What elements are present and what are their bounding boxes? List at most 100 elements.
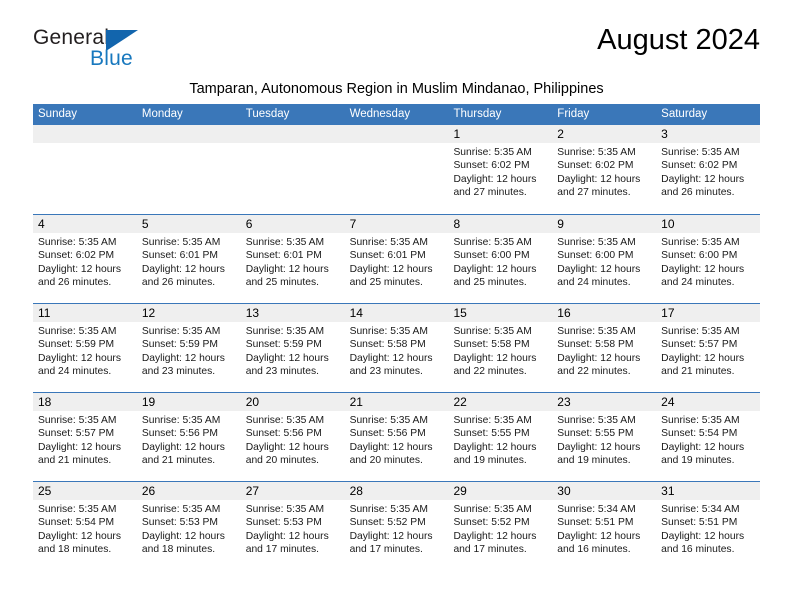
day-number: 25: [38, 484, 52, 498]
day-cell[interactable]: 15 Sunrise: 5:35 AM Sunset: 5:58 PM Dayl…: [448, 304, 553, 392]
sunset-text: Sunset: 5:52 PM: [349, 517, 426, 529]
day-number: 26: [141, 484, 156, 498]
day-cell[interactable]: 22 Sunrise: 5:35 AM Sunset: 5:55 PM Dayl…: [448, 393, 553, 481]
day-cell[interactable]: 31 Sunrise: 5:34 AM Sunset: 5:51 PM Dayl…: [656, 482, 761, 570]
day-number: 31: [661, 484, 675, 498]
day-cell[interactable]: 6 Sunrise: 5:35 AM Sunset: 6:01 PM Dayli…: [240, 215, 345, 303]
day-number-strip: 26: [136, 482, 241, 500]
daylight-text-line1: Daylight: 12 hours: [141, 352, 225, 364]
day-number: 24: [661, 395, 675, 409]
calendar-week-row: 18 Sunrise: 5:35 AM Sunset: 5:57 PM Dayl…: [33, 392, 761, 481]
day-number-strip: 12: [136, 304, 241, 322]
day-number-strip: 11: [33, 304, 137, 322]
day-cell[interactable]: 18 Sunrise: 5:35 AM Sunset: 5:57 PM Dayl…: [33, 393, 137, 481]
sunset-text: Sunset: 5:56 PM: [245, 428, 322, 440]
daylight-text-line1: Daylight: 12 hours: [661, 173, 745, 185]
daylight-text-line1: Daylight: 12 hours: [349, 441, 433, 453]
day-cell[interactable]: 12 Sunrise: 5:35 AM Sunset: 5:59 PM Dayl…: [136, 304, 241, 392]
day-details: Sunrise: 5:35 AM Sunset: 5:58 PM Dayligh…: [552, 322, 656, 379]
sunrise-text: Sunrise: 5:35 AM: [141, 504, 221, 515]
day-number-strip: 9: [552, 215, 657, 233]
day-cell[interactable]: 17 Sunrise: 5:35 AM Sunset: 5:57 PM Dayl…: [656, 304, 761, 392]
sunset-text: Sunset: 6:00 PM: [661, 250, 738, 262]
day-cell[interactable]: 20 Sunrise: 5:35 AM Sunset: 5:56 PM Dayl…: [240, 393, 345, 481]
day-cell[interactable]: 30 Sunrise: 5:34 AM Sunset: 5:51 PM Dayl…: [552, 482, 657, 570]
day-cell[interactable]: 21 Sunrise: 5:35 AM Sunset: 5:56 PM Dayl…: [344, 393, 449, 481]
day-details: Sunrise: 5:35 AM Sunset: 6:00 PM Dayligh…: [552, 233, 656, 290]
daylight-text-line1: Daylight: 12 hours: [141, 530, 225, 542]
daylight-text-line1: Daylight: 12 hours: [557, 263, 641, 275]
location-subtitle: Tamparan, Autonomous Region in Muslim Mi…: [189, 81, 604, 97]
daylight-text-line2: and 22 minutes.: [557, 366, 631, 378]
daylight-text-line2: and 16 minutes.: [557, 544, 631, 556]
day-cell[interactable]: 26 Sunrise: 5:35 AM Sunset: 5:53 PM Dayl…: [136, 482, 241, 570]
daylight-text-line2: and 22 minutes.: [453, 366, 527, 378]
daylight-text-line2: and 21 minutes.: [661, 366, 735, 378]
day-details: Sunrise: 5:35 AM Sunset: 5:56 PM Dayligh…: [345, 411, 449, 468]
day-number: 30: [557, 484, 571, 498]
day-details: Sunrise: 5:35 AM Sunset: 6:02 PM Dayligh…: [656, 143, 760, 200]
day-cell[interactable]: [136, 125, 241, 214]
sunset-text: Sunset: 6:00 PM: [453, 250, 530, 262]
day-cell[interactable]: 27 Sunrise: 5:35 AM Sunset: 5:53 PM Dayl…: [240, 482, 345, 570]
daylight-text-line2: and 24 minutes.: [38, 366, 112, 378]
daylight-text-line1: Daylight: 12 hours: [38, 263, 121, 275]
sunset-text: Sunset: 5:58 PM: [453, 339, 530, 351]
sunrise-text: Sunrise: 5:35 AM: [453, 147, 532, 158]
day-cell[interactable]: 28 Sunrise: 5:35 AM Sunset: 5:52 PM Dayl…: [344, 482, 449, 570]
day-number: 5: [141, 217, 149, 231]
day-cell[interactable]: 10 Sunrise: 5:35 AM Sunset: 6:00 PM Dayl…: [656, 215, 761, 303]
day-cell[interactable]: 16 Sunrise: 5:35 AM Sunset: 5:58 PM Dayl…: [552, 304, 657, 392]
day-cell[interactable]: 5 Sunrise: 5:35 AM Sunset: 6:01 PM Dayli…: [136, 215, 241, 303]
day-cell[interactable]: 4 Sunrise: 5:35 AM Sunset: 6:02 PM Dayli…: [33, 215, 137, 303]
sunset-text: Sunset: 6:02 PM: [661, 160, 738, 172]
day-cell[interactable]: 8 Sunrise: 5:35 AM Sunset: 6:00 PM Dayli…: [448, 215, 553, 303]
day-number: 22: [453, 395, 467, 409]
daylight-text-line2: and 25 minutes.: [349, 277, 423, 289]
daylight-text-line2: and 20 minutes.: [245, 455, 319, 467]
sunset-text: Sunset: 5:55 PM: [453, 428, 530, 440]
daylight-text-line1: Daylight: 12 hours: [453, 173, 537, 185]
day-number: 1: [453, 127, 461, 141]
day-cell[interactable]: 29 Sunrise: 5:35 AM Sunset: 5:52 PM Dayl…: [448, 482, 553, 570]
day-cell[interactable]: 9 Sunrise: 5:35 AM Sunset: 6:00 PM Dayli…: [552, 215, 657, 303]
day-details: Sunrise: 5:35 AM Sunset: 5:59 PM Dayligh…: [33, 322, 137, 379]
day-cell[interactable]: 7 Sunrise: 5:35 AM Sunset: 6:01 PM Dayli…: [344, 215, 449, 303]
day-number-strip: 30: [552, 482, 657, 500]
day-cell[interactable]: 1 Sunrise: 5:35 AM Sunset: 6:02 PM Dayli…: [448, 125, 553, 214]
day-cell[interactable]: 11 Sunrise: 5:35 AM Sunset: 5:59 PM Dayl…: [33, 304, 137, 392]
day-cell[interactable]: 2 Sunrise: 5:35 AM Sunset: 6:02 PM Dayli…: [552, 125, 657, 214]
day-cell[interactable]: 19 Sunrise: 5:35 AM Sunset: 5:56 PM Dayl…: [136, 393, 241, 481]
day-cell[interactable]: 13 Sunrise: 5:35 AM Sunset: 5:59 PM Dayl…: [240, 304, 345, 392]
day-cell[interactable]: 24 Sunrise: 5:35 AM Sunset: 5:54 PM Dayl…: [656, 393, 761, 481]
sunset-text: Sunset: 6:02 PM: [453, 160, 530, 172]
daylight-text-line1: Daylight: 12 hours: [141, 441, 225, 453]
day-cell[interactable]: 3 Sunrise: 5:35 AM Sunset: 6:02 PM Dayli…: [656, 125, 761, 214]
day-details: Sunrise: 5:35 AM Sunset: 6:02 PM Dayligh…: [448, 143, 552, 200]
sunset-text: Sunset: 5:51 PM: [661, 517, 738, 529]
day-number-strip: 6: [240, 215, 345, 233]
day-number: 18: [38, 395, 52, 409]
day-number: 13: [245, 306, 260, 320]
day-cell[interactable]: [344, 125, 449, 214]
day-details: Sunrise: 5:35 AM Sunset: 5:58 PM Dayligh…: [345, 322, 449, 379]
day-number: 2: [557, 127, 564, 141]
daylight-text-line1: Daylight: 12 hours: [453, 530, 537, 542]
sunrise-text: Sunrise: 5:35 AM: [557, 415, 636, 426]
daylight-text-line2: and 20 minutes.: [349, 455, 423, 467]
day-number-strip: 20: [240, 393, 345, 411]
sunrise-text: Sunrise: 5:35 AM: [661, 147, 740, 158]
sunset-text: Sunset: 5:56 PM: [141, 428, 218, 440]
day-cell[interactable]: [240, 125, 345, 214]
daylight-text-line2: and 23 minutes.: [349, 366, 423, 378]
daylight-text-line1: Daylight: 12 hours: [245, 352, 329, 364]
day-cell[interactable]: 25 Sunrise: 5:35 AM Sunset: 5:54 PM Dayl…: [33, 482, 137, 570]
daylight-text-line2: and 23 minutes.: [141, 366, 216, 378]
day-details: [33, 143, 137, 146]
day-cell[interactable]: 14 Sunrise: 5:35 AM Sunset: 5:58 PM Dayl…: [344, 304, 449, 392]
day-cell[interactable]: [33, 125, 137, 214]
daylight-text-line2: and 19 minutes.: [661, 455, 735, 467]
day-cell[interactable]: 23 Sunrise: 5:35 AM Sunset: 5:55 PM Dayl…: [552, 393, 657, 481]
brand-logo[interactable]: General Blue: [33, 26, 263, 74]
daylight-text-line1: Daylight: 12 hours: [661, 352, 745, 364]
